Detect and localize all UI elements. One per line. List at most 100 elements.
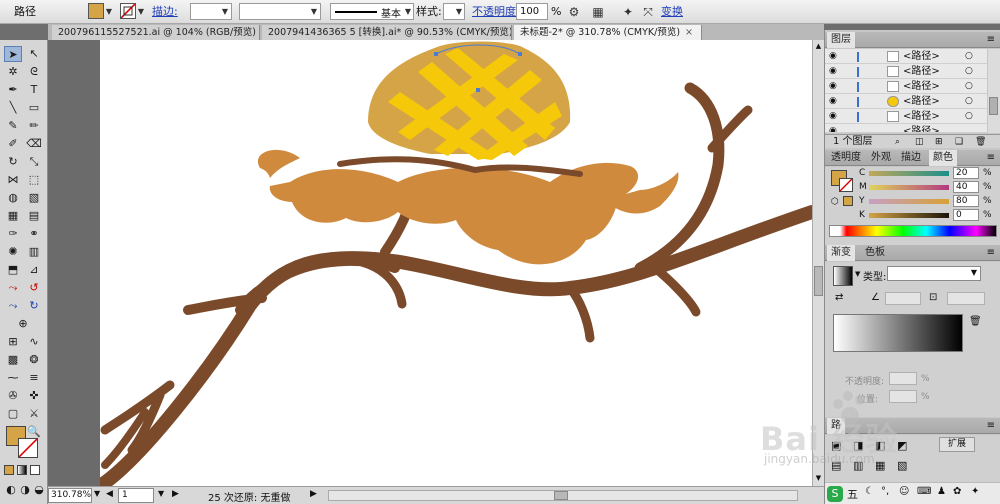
opacity-link[interactable]: 不透明度:: [472, 3, 520, 21]
last-color-swatch[interactable]: [843, 196, 853, 206]
channel-m-field[interactable]: 40: [953, 181, 979, 193]
new-sublayer-icon[interactable]: ⊞: [935, 135, 943, 149]
transform-icon[interactable]: ⤧: [640, 4, 656, 20]
target-icon[interactable]: ○: [965, 49, 973, 64]
reflect-tool-icon[interactable]: ↻: [25, 298, 43, 314]
crop-icon[interactable]: ▧: [897, 459, 907, 472]
gradient-slider-preview[interactable]: [833, 314, 963, 352]
eye-icon[interactable]: ◉: [829, 109, 837, 124]
eye-icon[interactable]: ◉: [829, 94, 837, 109]
input-method-icon[interactable]: S: [827, 486, 843, 502]
channel-k-field[interactable]: 0: [953, 209, 979, 221]
mesh-tool-icon[interactable]: ⊞: [4, 334, 22, 350]
user-icon[interactable]: ♟: [937, 486, 946, 497]
layer-name[interactable]: <路径>: [903, 79, 940, 94]
pen-tool-icon[interactable]: ✒: [4, 82, 22, 98]
tab-color[interactable]: 颜色: [929, 150, 957, 166]
keyboard-icon[interactable]: ⌨: [917, 486, 931, 497]
new-layer-icon[interactable]: ❑: [955, 135, 963, 149]
layer-name[interactable]: <路径>: [903, 94, 940, 109]
channel-m-slider[interactable]: [869, 185, 949, 190]
locate-object-icon[interactable]: ⌕: [895, 135, 900, 149]
reverse-gradient-icon[interactable]: ⇄: [835, 292, 843, 303]
tab-swatches[interactable]: 色板: [861, 245, 889, 261]
channel-k-slider[interactable]: [869, 213, 949, 218]
draw-mode-icon[interactable]: ⤳: [4, 280, 22, 296]
layer-row[interactable]: ◉ <路径> ○: [825, 94, 987, 109]
slice-tool-icon[interactable]: ⊿: [25, 262, 43, 278]
stroke-color-box[interactable]: [839, 178, 853, 192]
scroll-up-icon[interactable]: ▲: [814, 42, 823, 52]
artboard[interactable]: [93, 40, 819, 493]
width-tool-icon[interactable]: ⋈: [4, 172, 22, 188]
channel-c-slider[interactable]: [869, 171, 949, 176]
gradient-mode-icon[interactable]: [17, 465, 27, 475]
eye-icon[interactable]: ◉: [829, 64, 837, 79]
live-paint-tool-icon[interactable]: ▧: [25, 190, 43, 206]
first-page-icon[interactable]: ◀: [106, 489, 113, 499]
twirl-tool-icon[interactable]: ❂: [25, 352, 43, 368]
tools-icon[interactable]: ✦: [971, 486, 979, 497]
chevron-down-icon[interactable]: ▼: [855, 270, 860, 278]
merge-icon[interactable]: ▦: [875, 459, 885, 472]
horizontal-scrollbar[interactable]: [328, 490, 798, 501]
recolor-icon[interactable]: ⚙: [566, 4, 582, 20]
brush-definition-field[interactable]: 基本 ▼: [330, 3, 414, 20]
minus-front-icon[interactable]: ◨: [853, 439, 863, 452]
paintbrush-tool-icon[interactable]: ✎: [4, 118, 22, 134]
layer-row[interactable]: ◉ <路径> ○: [825, 79, 987, 94]
rectangle-tool-icon[interactable]: ▭: [25, 100, 43, 116]
crystallize-tool-icon[interactable]: ▩: [4, 352, 22, 368]
tab-layers[interactable]: 图层: [827, 32, 855, 48]
layer-row[interactable]: ◉ <路径> ○: [825, 49, 987, 64]
layer-name[interactable]: <路径>: [903, 64, 940, 79]
tab-document-1[interactable]: 200796115527521.ai @ 104% (RGB/预览)×: [52, 25, 260, 40]
vertical-scrollbar[interactable]: ▲ ▼: [812, 40, 824, 486]
draw-behind-icon[interactable]: ↺: [25, 280, 43, 296]
magic-wand-tool-icon[interactable]: ✲: [4, 64, 22, 80]
variable-width-field[interactable]: ▼: [239, 3, 321, 20]
stroke-weight-field[interactable]: ▼: [190, 3, 232, 20]
blend-tool-icon[interactable]: ⚭: [25, 226, 43, 242]
align-icon[interactable]: ▦: [590, 4, 606, 20]
scroll-thumb[interactable]: [554, 491, 568, 500]
fill-swatch[interactable]: [88, 3, 104, 19]
color-mode-icon[interactable]: [4, 465, 14, 475]
angle-field[interactable]: [885, 292, 921, 305]
eye-icon[interactable]: ◉: [829, 49, 837, 64]
emoji-icon[interactable]: ☺: [899, 486, 909, 497]
trash-icon[interactable]: 🗑: [975, 135, 986, 149]
chevron-down-icon[interactable]: ▼: [94, 489, 100, 498]
eyedropper-tool-icon[interactable]: ✑: [4, 226, 22, 242]
panel-menu-icon[interactable]: ≡: [987, 32, 995, 48]
skin-icon[interactable]: ✿: [953, 486, 961, 497]
channel-c-field[interactable]: 20: [953, 167, 979, 179]
line-tool-icon[interactable]: ╲: [4, 100, 22, 116]
measure-tool-icon[interactable]: ✜: [25, 388, 43, 404]
perspective-grid-tool-icon[interactable]: ▦: [4, 208, 22, 224]
target-icon[interactable]: ⊕: [14, 316, 32, 332]
direct-selection-tool-icon[interactable]: ↖: [25, 46, 43, 62]
isolate-icon[interactable]: ✦: [620, 4, 636, 20]
tab-transparency[interactable]: 透明度: [827, 150, 865, 166]
trash-icon[interactable]: 🗑: [969, 316, 982, 327]
panel-menu-icon[interactable]: ≡: [987, 245, 995, 261]
target-icon[interactable]: ○: [965, 79, 973, 94]
color-spectrum[interactable]: [829, 225, 997, 237]
transform-link[interactable]: 变换: [661, 3, 683, 21]
symbol-sprayer-tool-icon[interactable]: ✺: [4, 244, 22, 260]
type-tool-icon[interactable]: T: [25, 82, 43, 98]
column-graph-tool-icon[interactable]: ▥: [25, 244, 43, 260]
eye-icon[interactable]: ◉: [829, 79, 837, 94]
divide-icon[interactable]: ▤: [831, 459, 841, 472]
zoom-field[interactable]: 310.78%: [48, 488, 92, 503]
tab-document-3[interactable]: 未标题-2* @ 310.78% (CMYK/预览) ×: [514, 25, 702, 40]
moon-icon[interactable]: ☾: [865, 486, 874, 497]
screen-mode-icon[interactable]: ◒: [30, 482, 48, 498]
next-page-icon[interactable]: ▶: [172, 489, 179, 499]
graphic-style-field[interactable]: ▼: [443, 3, 465, 20]
close-icon[interactable]: ×: [685, 27, 693, 38]
panel-menu-icon[interactable]: ≡: [987, 150, 995, 166]
layer-row[interactable]: ◉ <路径> ○: [825, 109, 987, 124]
stroke-color-box[interactable]: [18, 438, 38, 458]
